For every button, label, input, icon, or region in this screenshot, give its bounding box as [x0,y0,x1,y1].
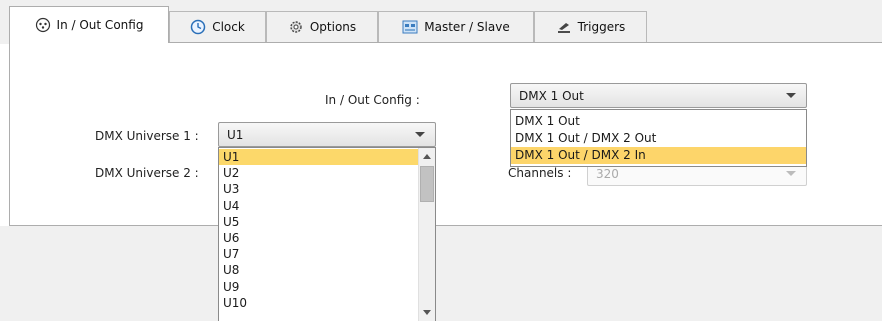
dmx-connector-icon [35,17,51,33]
tab-label: In / Out Config [56,18,144,32]
dropdown-option[interactable]: U9 [219,279,418,295]
universe1-value: U1 [227,127,244,142]
tab-triggers[interactable]: Triggers [534,11,647,42]
network-icon [402,19,418,35]
dropdown-option[interactable]: U8 [219,262,418,278]
tab-in-out-config[interactable]: In / Out Config [9,6,169,43]
dropdown-option[interactable]: U2 [219,165,418,181]
io-config-dropdown[interactable]: DMX 1 Out DMX 1 Out / DMX 2 Out DMX 1 Ou… [510,109,807,167]
tab-label: Master / Slave [424,20,510,34]
scroll-thumb[interactable] [420,166,434,202]
arrow-up-icon [423,154,431,159]
universe1-label: DMX Universe 1 : [95,129,199,143]
dropdown-scrollbar[interactable] [418,148,435,321]
dropdown-option-highlighted[interactable]: DMX 1 Out / DMX 2 In [511,147,806,164]
trigger-icon [556,19,572,35]
dropdown-option[interactable]: U7 [219,246,418,262]
io-config-label: In / Out Config : [325,93,420,107]
channels-value: 320 [596,166,619,181]
window-background [0,226,882,321]
io-config-select[interactable]: DMX 1 Out [510,83,807,108]
tab-label: Options [309,20,357,34]
tab-clock[interactable]: Clock [169,11,266,42]
dropdown-option[interactable]: U5 [219,214,418,230]
chevron-down-icon [415,132,425,137]
arrow-down-icon [423,310,431,315]
scroll-up-button[interactable] [419,148,435,165]
tab-options[interactable]: Options [266,11,378,42]
chevron-down-icon [786,93,796,98]
universe1-dropdown[interactable]: U1 U2 U3 U4 U5 U6 U7 U8 U9 U10 [218,147,436,321]
gear-icon [288,19,304,35]
dropdown-option[interactable]: DMX 1 Out [511,113,806,130]
channels-label: Channels : [508,166,572,180]
tab-master-slave[interactable]: Master / Slave [378,11,534,42]
scroll-down-button[interactable] [419,304,435,321]
dropdown-option[interactable]: U6 [219,230,418,246]
tab-label: Triggers [577,20,626,34]
clock-icon [190,19,206,35]
chevron-down-icon [786,171,796,176]
dropdown-option[interactable]: U4 [219,198,418,214]
dropdown-option[interactable]: U10 [219,295,418,311]
universe2-label: DMX Universe 2 : [95,166,199,180]
dropdown-option[interactable]: U3 [219,181,418,197]
io-config-value: DMX 1 Out [519,88,584,103]
universe1-select[interactable]: U1 [218,122,436,147]
dropdown-option[interactable]: DMX 1 Out / DMX 2 Out [511,130,806,147]
dropdown-option-selected[interactable]: U1 [219,149,418,166]
tab-label: Clock [212,20,245,34]
